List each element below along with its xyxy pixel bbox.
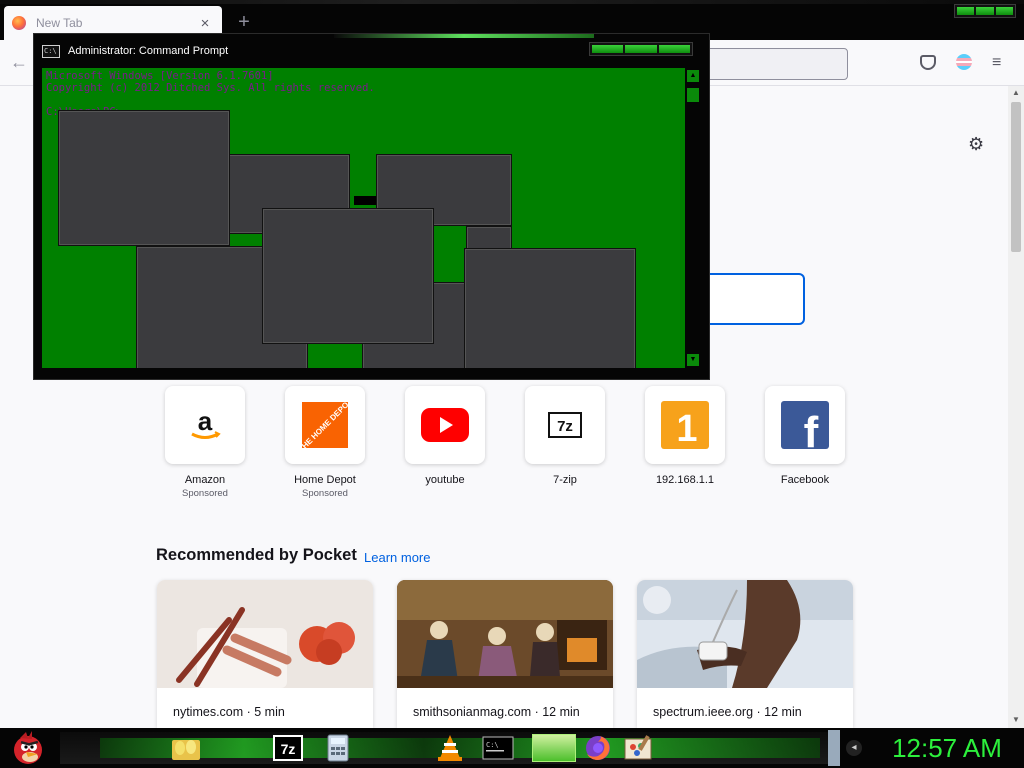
7-zip-taskbar-icon[interactable]: 7z	[272, 734, 304, 762]
scroll-down-icon[interactable]: ▼	[1012, 715, 1020, 724]
minimize-button[interactable]	[957, 7, 975, 15]
console-output[interactable]: Microsoft Windows [Version 6.1.7601] Cop…	[42, 68, 685, 368]
svg-text:C:\: C:\	[486, 741, 499, 749]
console-line: Copyright (c) 2012 Ditched Sys. All righ…	[46, 82, 375, 94]
top-site-facebook[interactable]: f Facebook	[760, 386, 850, 488]
router-logo-icon: 1	[645, 386, 725, 464]
pocket-heading: Recommended by Pocket	[156, 546, 357, 564]
new-tab-button[interactable]: +	[232, 10, 256, 34]
story-image	[397, 580, 613, 688]
cmd-maximize-button[interactable]	[625, 45, 657, 53]
page-scrollbar[interactable]: ▲ ▼	[1008, 86, 1024, 728]
top-site-label: Facebook	[780, 474, 830, 486]
top-site-7-zip[interactable]: 7z 7-zip	[520, 386, 610, 488]
cmd-scroll-up-icon[interactable]: ▲	[687, 70, 699, 82]
scrollbar-thumb[interactable]	[1011, 102, 1021, 252]
active-window-button[interactable]	[532, 734, 576, 762]
pocket-icon[interactable]	[920, 55, 936, 70]
pocket-card-smithsonian[interactable]: smithsonianmag.com · 12 min	[397, 580, 613, 728]
customize-gear-icon[interactable]: ⚙	[968, 134, 984, 155]
7-zip-logo-icon: 7z	[525, 386, 605, 464]
story-source: spectrum.ieee.org · 12 min	[653, 705, 802, 719]
address-bar[interactable]	[700, 48, 848, 80]
story-source: nytimes.com · 5 min	[173, 705, 285, 719]
pocket-card-nytimes[interactable]: nytimes.com · 5 min	[157, 580, 373, 728]
command-prompt-taskbar-icon[interactable]: C:\	[482, 734, 514, 762]
command-prompt-window[interactable]: C:\ Administrator: Command Prompt Micros…	[33, 33, 710, 380]
cmd-scroll-down-icon[interactable]: ▼	[687, 354, 699, 366]
ghost-window	[466, 226, 512, 250]
top-site-router[interactable]: 1 192.168.1.1	[640, 386, 730, 488]
pocket-card-ieee[interactable]: spectrum.ieee.org · 12 min	[637, 580, 853, 728]
facebook-logo-icon: f	[765, 386, 845, 464]
hamburger-menu-icon[interactable]: ≡	[992, 54, 1001, 72]
cmd-scroll-thumb[interactable]	[687, 88, 699, 102]
tray-overflow-button[interactable]	[828, 730, 840, 766]
console-line: Microsoft Windows [Version 6.1.7601]	[46, 70, 274, 82]
close-window-button[interactable]	[995, 7, 1013, 15]
top-site-amazon[interactable]: a Amazon Sponsored	[160, 386, 250, 499]
top-site-label: Amazon	[184, 474, 226, 486]
7-zip-logo-text: 7z	[557, 418, 573, 435]
top-site-label: 192.168.1.1	[655, 474, 715, 486]
maximize-button[interactable]	[976, 7, 994, 15]
sponsored-label: Sponsored	[182, 488, 228, 499]
firefox-taskbar-icon[interactable]	[582, 734, 614, 762]
taskbar-clock[interactable]: 12:57 AM	[874, 730, 1020, 766]
cmd-scrollbar[interactable]: ▲ ▼	[685, 68, 701, 368]
story-source: smithsonianmag.com · 12 min	[413, 705, 580, 719]
tabstrip-decoration	[0, 0, 1024, 4]
ghost-window	[464, 248, 636, 368]
cmd-window-title: Administrator: Command Prompt	[68, 45, 229, 57]
ghost-artifact	[354, 196, 376, 205]
vlc-icon[interactable]	[434, 734, 466, 762]
top-site-label: 7-zip	[553, 474, 577, 486]
angry-bird-start-icon[interactable]	[8, 730, 48, 766]
command-prompt-icon: C:\	[42, 44, 60, 58]
youtube-logo-icon	[405, 386, 485, 464]
home-depot-logo-icon: THE HOME DEPOT	[285, 386, 365, 464]
firefox-favicon-icon	[12, 16, 26, 30]
top-site-youtube[interactable]: youtube	[400, 386, 490, 488]
window-controls	[954, 4, 1016, 18]
cmd-minimize-button[interactable]	[592, 45, 624, 53]
calculator-icon[interactable]	[322, 734, 354, 762]
sponsored-label: Sponsored	[302, 488, 348, 499]
volume-icon[interactable]: ◂	[846, 740, 862, 756]
amazon-logo-icon: a	[165, 386, 245, 464]
ghost-window	[58, 110, 230, 246]
facebook-logo-text: f	[804, 408, 819, 449]
back-icon[interactable]: ←	[10, 52, 28, 73]
taskbar: 7z C:\ ◂ 12:57 AM	[0, 728, 1024, 768]
story-image	[637, 580, 853, 688]
scroll-up-icon[interactable]: ▲	[1012, 88, 1020, 97]
search-input[interactable]	[700, 273, 805, 325]
learn-more-link[interactable]: Learn more	[364, 550, 430, 565]
7-zip-taskbar-text: 7z	[281, 741, 296, 757]
story-image	[157, 580, 373, 688]
amazon-logo-letter: a	[198, 406, 213, 436]
tab-title: New Tab	[36, 16, 83, 30]
tab-close-icon[interactable]: ×	[196, 15, 214, 32]
eggs-app-icon[interactable]	[170, 734, 202, 762]
top-site-label: youtube	[425, 474, 465, 486]
top-site-label: Home Depot	[294, 474, 356, 486]
router-logo-text: 1	[676, 408, 697, 449]
paint-icon[interactable]	[622, 734, 654, 762]
top-sites: a Amazon Sponsored THE HOME DEPOT Home D…	[160, 386, 860, 506]
top-site-home-depot[interactable]: THE HOME DEPOT Home Depot Sponsored	[280, 386, 370, 499]
cmd-close-button[interactable]	[658, 45, 690, 53]
ghost-window	[262, 208, 434, 344]
cmd-window-controls	[589, 42, 693, 56]
account-avatar-icon[interactable]	[956, 54, 972, 70]
